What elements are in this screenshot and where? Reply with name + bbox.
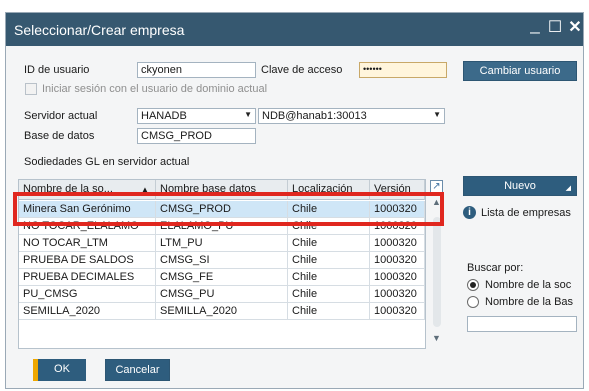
new-company-button[interactable]: Nuevo ◢ [463, 176, 577, 196]
column-header-location[interactable]: Localización [288, 180, 370, 200]
password-field[interactable]: •••••• [359, 62, 447, 78]
column-header-db-name[interactable]: Nombre base datos [156, 180, 288, 200]
radio-company-name-label: Nombre de la soc [485, 279, 572, 291]
radio-db-name-label: Nombre de la Bas [485, 296, 574, 308]
sort-ascending-icon: ▲ [141, 185, 149, 194]
search-input[interactable] [467, 316, 577, 332]
table-row[interactable]: NO TOCAR_LTM LTM_PU Chile 1000320 [19, 235, 425, 252]
maximize-icon[interactable]: ☐ [547, 19, 563, 37]
info-icon: i [463, 206, 476, 219]
companies-label: Sodiedades GL en servidor actual [24, 156, 190, 168]
server-label: Servidor actual [24, 110, 98, 122]
column-header-version[interactable]: Versión [370, 180, 425, 200]
domain-login-checkbox[interactable] [25, 83, 37, 95]
table-row[interactable]: PRUEBA DE SALDOS CMSG_SI Chile 1000320 [19, 252, 425, 269]
ok-button[interactable]: OK [33, 359, 86, 381]
database-label: Base de datos [24, 130, 95, 142]
table-row[interactable]: NO TOCAR_ELALAMO ELALAMO_PU Chile 100032… [19, 218, 425, 235]
column-header-company-name[interactable]: Nombre de la so... ▲ [19, 180, 156, 200]
scroll-down-icon[interactable]: ▼ [432, 333, 441, 343]
cancel-button[interactable]: Cancelar [105, 359, 170, 381]
dropdown-corner-icon: ◢ [565, 185, 571, 192]
password-label: Clave de acceso [261, 64, 343, 76]
window-title: Seleccionar/Crear empresa [14, 22, 185, 38]
table-row[interactable]: PU_CMSG CMSG_PU Chile 1000320 [19, 286, 425, 303]
radio-company-name[interactable] [467, 279, 479, 291]
table-row[interactable]: SEMILLA_2020 SEMILLA_2020 Chile 1000320 [19, 303, 425, 320]
chevron-down-icon: ▼ [433, 110, 441, 119]
companies-table[interactable]: Nombre de la so... ▲ Nombre base datos L… [18, 179, 426, 349]
select-company-dialog: Seleccionar/Crear empresa _ ☐ ✕ ID de us… [5, 12, 584, 389]
scrollbar-thumb[interactable] [433, 217, 441, 327]
user-id-field[interactable]: ckyonen [137, 62, 256, 78]
close-icon[interactable]: ✕ [567, 19, 583, 37]
database-field[interactable]: CMSG_PROD [137, 128, 256, 144]
minimize-icon[interactable]: _ [527, 16, 543, 34]
change-user-button[interactable]: Cambiar usuario [463, 61, 577, 81]
company-list-link[interactable]: Lista de empresas [481, 207, 571, 219]
table-header: Nombre de la so... ▲ Nombre base datos L… [19, 180, 425, 200]
scroll-up-icon[interactable]: ▲ [432, 197, 441, 207]
radio-db-name[interactable] [467, 296, 479, 308]
server-select[interactable]: NDB@hanab1:30013 ▼ [258, 108, 445, 124]
user-id-label: ID de usuario [24, 64, 90, 76]
table-row[interactable]: Minera San Gerónimo CMSG_PROD Chile 1000… [19, 201, 425, 218]
table-scrollbar[interactable]: ▲ ▼ [429, 179, 445, 349]
server-type-select[interactable]: HANADB ▼ [137, 108, 256, 124]
table-row[interactable]: PRUEBA DECIMALES CMSG_FE Chile 1000320 [19, 269, 425, 286]
search-by-label: Buscar por: [467, 262, 524, 274]
title-bar: Seleccionar/Crear empresa _ ☐ ✕ [6, 13, 583, 46]
domain-login-label: Iniciar sesión con el usuario de dominio… [42, 83, 268, 95]
server-value: NDB@hanab1:30013 [262, 110, 367, 122]
chevron-down-icon: ▼ [244, 110, 252, 119]
server-type-value: HANADB [141, 110, 187, 122]
expand-table-icon[interactable]: ↗ [430, 180, 443, 193]
